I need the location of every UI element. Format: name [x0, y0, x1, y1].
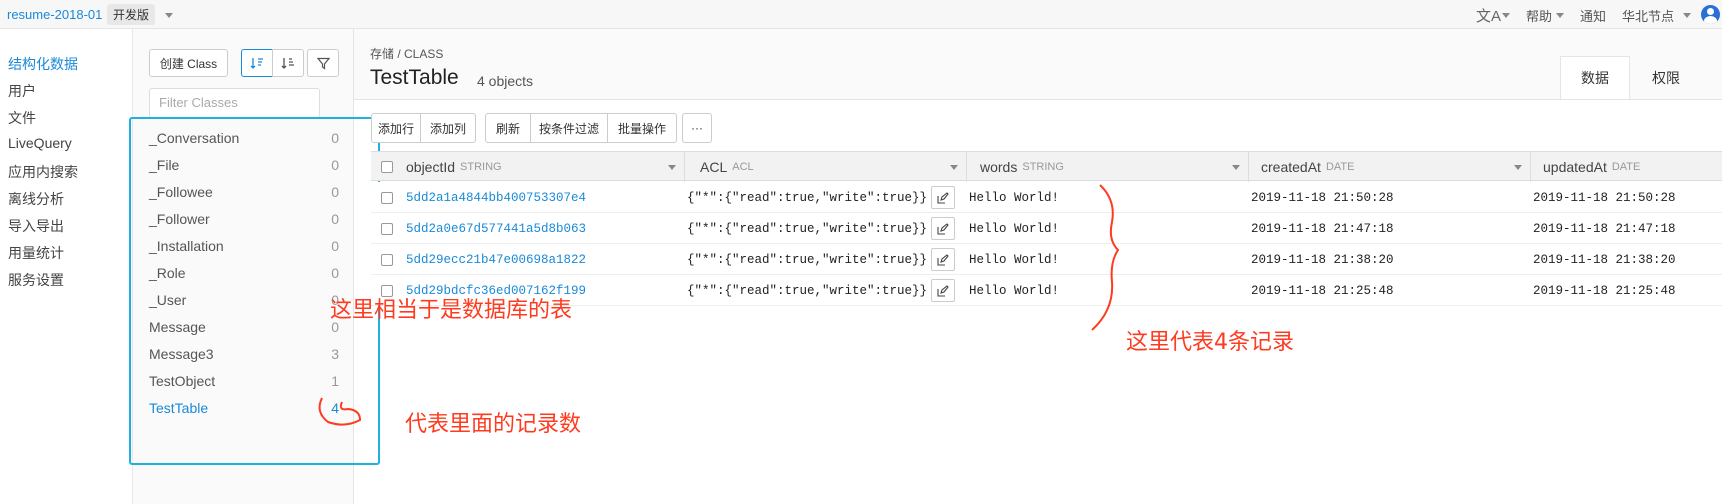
- annotation-marks: [318, 184, 1120, 426]
- annotation-brace: [1091, 184, 1120, 331]
- annotation-count-circle: [318, 397, 362, 426]
